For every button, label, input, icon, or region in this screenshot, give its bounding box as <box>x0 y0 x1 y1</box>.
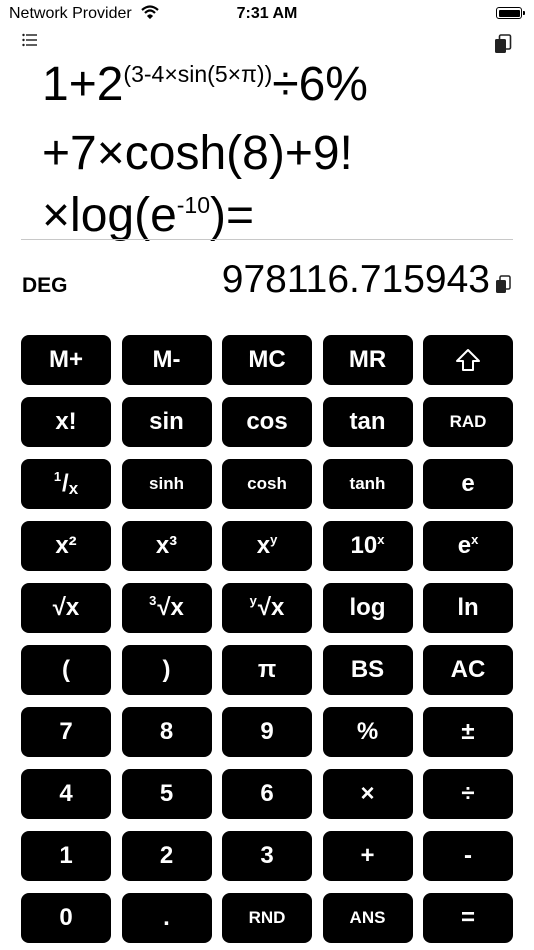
square-button[interactable]: x² <box>21 521 111 571</box>
square-root-button[interactable]: √x <box>21 583 111 633</box>
nth-root-button[interactable]: y √x <box>222 583 312 633</box>
memory-recall-button[interactable]: MR <box>322 335 413 385</box>
digit-1-button[interactable]: 1 <box>21 831 111 881</box>
digit-5-button[interactable]: 5 <box>121 769 212 819</box>
tanh-button[interactable]: tanh <box>322 459 413 509</box>
cosh-button[interactable]: cosh <box>222 459 312 509</box>
rad-toggle-button[interactable]: RAD <box>423 397 513 447</box>
power-button[interactable]: xy <box>222 521 312 571</box>
close-paren-button[interactable]: ) <box>121 645 212 695</box>
cube-button[interactable]: x³ <box>121 521 212 571</box>
result-display: 978116.715943 <box>221 258 490 301</box>
copy-icon[interactable] <box>495 275 511 294</box>
add-button[interactable]: + <box>322 831 413 881</box>
digit-0-button[interactable]: 0 <box>21 893 111 943</box>
status-bar: Network Provider 7:31 AM <box>0 0 534 30</box>
battery-icon <box>496 7 525 19</box>
ln-button[interactable]: ln <box>423 583 513 633</box>
plus-minus-button[interactable]: ± <box>423 707 513 757</box>
tan-button[interactable]: tan <box>322 397 413 447</box>
sin-button[interactable]: sin <box>121 397 212 447</box>
digit-7-button[interactable]: 7 <box>21 707 111 757</box>
digit-4-button[interactable]: 4 <box>21 769 111 819</box>
factorial-button[interactable]: x! <box>21 397 111 447</box>
reciprocal-button[interactable]: 1/x <box>21 459 111 509</box>
random-button[interactable]: RND <box>222 893 312 943</box>
expression-display: 1+2(3-4×sin(5×π))÷6% +7×cosh(8)+9! ×log(… <box>42 54 512 254</box>
decimal-point-button[interactable]: . <box>121 893 212 943</box>
equals-button[interactable]: = <box>423 893 513 943</box>
angle-mode-label: DEG <box>22 274 68 297</box>
percent-button[interactable]: % <box>322 707 413 757</box>
ten-power-button[interactable]: 10 x <box>322 521 413 571</box>
shift-arrow-icon <box>456 349 480 371</box>
divider <box>21 239 513 240</box>
subtract-button[interactable]: - <box>423 831 513 881</box>
exponent: (3-4×sin(5×π)) <box>123 61 273 87</box>
expression-line-1: 1+2(3-4×sin(5×π))÷6% <box>42 58 368 111</box>
exponent: -10 <box>176 192 211 218</box>
digit-6-button[interactable]: 6 <box>222 769 312 819</box>
shift-button[interactable] <box>423 335 513 385</box>
memory-subtract-button[interactable]: M- <box>121 335 212 385</box>
pi-button[interactable]: π <box>222 645 312 695</box>
status-time: 7:31 AM <box>236 5 298 22</box>
divide-button[interactable]: ÷ <box>423 769 513 819</box>
memory-clear-button[interactable]: MC <box>222 335 312 385</box>
backspace-button[interactable]: BS <box>322 645 413 695</box>
cube-root-button[interactable]: 3 √x <box>121 583 212 633</box>
answer-button[interactable]: ANS <box>322 893 413 943</box>
sinh-button[interactable]: sinh <box>121 459 212 509</box>
expression-line-2: +7×cosh(8)+9! <box>42 127 353 180</box>
digit-3-button[interactable]: 3 <box>222 831 312 881</box>
digit-8-button[interactable]: 8 <box>121 707 212 757</box>
multiply-button[interactable]: × <box>322 769 413 819</box>
exp-button[interactable]: ex <box>423 521 513 571</box>
list-icon[interactable] <box>22 33 38 47</box>
digit-9-button[interactable]: 9 <box>222 707 312 757</box>
copy-icon[interactable] <box>494 34 512 54</box>
open-paren-button[interactable]: ( <box>21 645 111 695</box>
all-clear-button[interactable]: AC <box>423 645 513 695</box>
euler-constant-button[interactable]: e <box>423 459 513 509</box>
memory-add-button[interactable]: M+ <box>21 335 111 385</box>
expression-line-3: ×log(e-10)= <box>42 189 255 242</box>
cos-button[interactable]: cos <box>222 397 312 447</box>
log-button[interactable]: log <box>322 583 413 633</box>
digit-2-button[interactable]: 2 <box>121 831 212 881</box>
